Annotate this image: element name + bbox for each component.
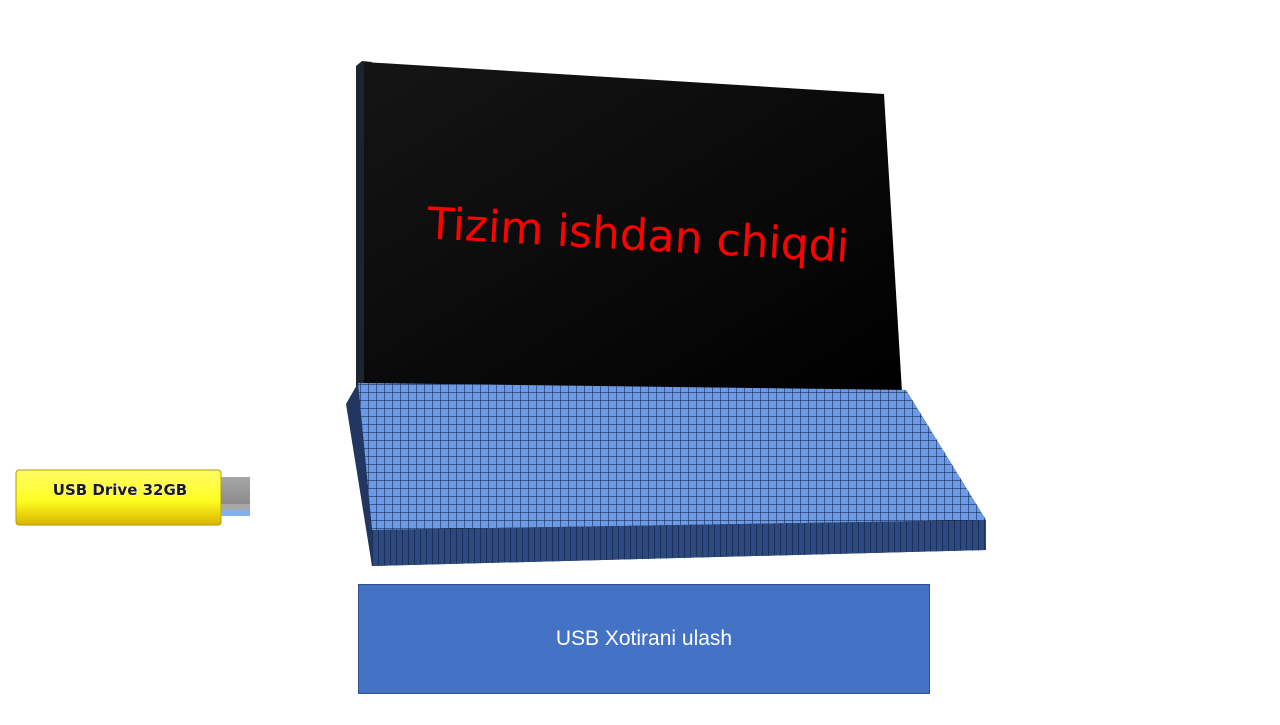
connect-usb-button-label: USB Xotirani ulash [555,627,733,650]
usb-plug-edge [221,510,250,516]
usb-drive-label: USB Drive 32GB [53,481,187,499]
usb-plug-lower [221,504,250,510]
laptop-keyboard [346,383,986,566]
keyboard-keys [358,383,986,530]
connect-usb-button[interactable]: USB Xotirani ulash [358,584,930,694]
usb-plug [221,477,250,504]
usb-drive[interactable]: USB Drive 32GB [15,469,250,526]
